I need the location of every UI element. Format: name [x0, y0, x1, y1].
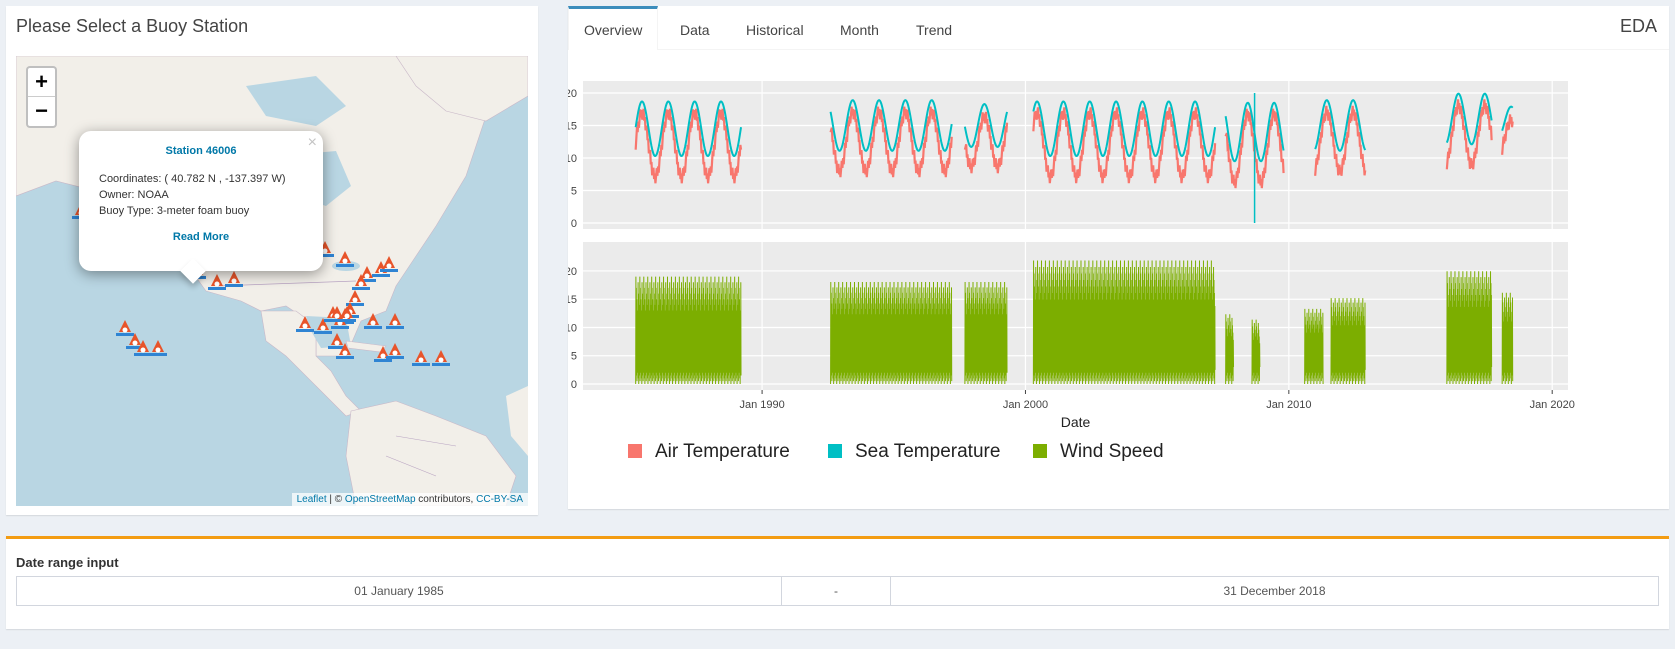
map-panel: Please Select a Buoy Station + − × Stati…: [6, 6, 538, 515]
x-axis-label: Date: [1061, 414, 1091, 430]
overview-chart: 05101520Celsius05101520Wind Speed (m/s)J…: [568, 81, 1575, 462]
y-tick-label: 0: [571, 379, 577, 391]
legend-swatch: [1033, 444, 1047, 458]
y-tick-label: 10: [568, 153, 577, 165]
date-range-panel: Date range input 01 January 1985 - 31 De…: [6, 536, 1669, 629]
tab-historical[interactable]: Historical: [746, 6, 804, 50]
date-range-separator: -: [781, 576, 891, 606]
zoom-control: + −: [26, 66, 57, 128]
date-end-input[interactable]: 31 December 2018: [890, 576, 1659, 606]
tab-overview[interactable]: Overview: [568, 6, 659, 50]
map-attribution: Leaflet | © OpenStreetMap contributors, …: [291, 493, 528, 506]
buoy-marker[interactable]: [336, 341, 354, 361]
buoy-marker[interactable]: [412, 348, 430, 368]
tab-trend[interactable]: Trend: [916, 6, 952, 50]
buoy-marker[interactable]: [338, 304, 356, 324]
map-land-shapes: [16, 56, 528, 506]
buoy-marker[interactable]: [149, 338, 167, 358]
buoy-marker[interactable]: [432, 348, 450, 368]
brand-title: EDA: [1619, 16, 1657, 36]
buoy-marker[interactable]: [296, 314, 314, 334]
zoom-in-button[interactable]: +: [28, 68, 55, 97]
date-start-input[interactable]: 01 January 1985: [16, 576, 782, 606]
popup-owner: Owner: NOAA: [99, 189, 169, 201]
buoy-marker[interactable]: [386, 311, 404, 331]
legend-label: Wind Speed: [1060, 441, 1164, 462]
popup-title: Station 46006: [165, 145, 237, 157]
legend-label: Sea Temperature: [855, 441, 1000, 462]
legend-swatch: [628, 444, 642, 458]
x-tick-label: Jan 2020: [1530, 399, 1575, 411]
map-panel-title: Please Select a Buoy Station: [16, 16, 249, 36]
zoom-out-button[interactable]: −: [28, 97, 55, 126]
station-popup: × Station 46006 Coordinates: ( 40.782 N …: [79, 131, 323, 284]
buoy-marker[interactable]: [386, 341, 404, 361]
buoy-marker[interactable]: [380, 254, 398, 274]
y-tick-label: 5: [571, 186, 577, 198]
license-link[interactable]: CC-BY-SA: [476, 494, 523, 505]
tab-data[interactable]: Data: [680, 6, 710, 50]
popup-buoy-type: Buoy Type: 3-meter foam buoy: [99, 205, 250, 217]
tab-bar: Overview Data Historical Month Trend EDA: [568, 6, 1669, 50]
y-tick-label: 0: [571, 218, 577, 230]
osm-link[interactable]: OpenStreetMap: [345, 494, 416, 505]
x-tick-label: Jan 2010: [1266, 399, 1311, 411]
attribution-sep: | ©: [326, 494, 345, 505]
date-range-label: Date range input: [16, 555, 119, 570]
buoy-map[interactable]: + − × Station 46006 Coordinates: ( 40.78…: [16, 56, 528, 506]
popup-read-more-link[interactable]: Read More: [99, 231, 303, 243]
legend-label: Air Temperature: [655, 441, 790, 462]
popup-close-button[interactable]: ×: [308, 134, 317, 152]
buoy-marker[interactable]: [208, 272, 226, 292]
y-tick-label: 15: [568, 294, 577, 306]
buoy-marker[interactable]: [364, 311, 382, 331]
y-tick-label: 15: [568, 121, 577, 133]
y-tick-label: 20: [568, 88, 577, 100]
tab-panel: Overview Data Historical Month Trend EDA…: [568, 6, 1669, 509]
wind-speed-series: [1446, 271, 1493, 385]
legend-swatch: [828, 444, 842, 458]
y-tick-label: 10: [568, 322, 577, 334]
x-tick-label: Jan 1990: [739, 399, 784, 411]
y-tick-label: 20: [568, 266, 577, 278]
attribution-contrib: contributors,: [415, 494, 477, 505]
y-tick-label: 5: [571, 351, 577, 363]
buoy-marker[interactable]: [225, 269, 243, 289]
x-tick-label: Jan 2000: [1003, 399, 1048, 411]
tab-month[interactable]: Month: [840, 6, 879, 50]
leaflet-link[interactable]: Leaflet: [297, 494, 327, 505]
popup-coordinates: Coordinates: ( 40.782 N , -137.397 W): [99, 173, 286, 185]
buoy-marker[interactable]: [336, 249, 354, 269]
